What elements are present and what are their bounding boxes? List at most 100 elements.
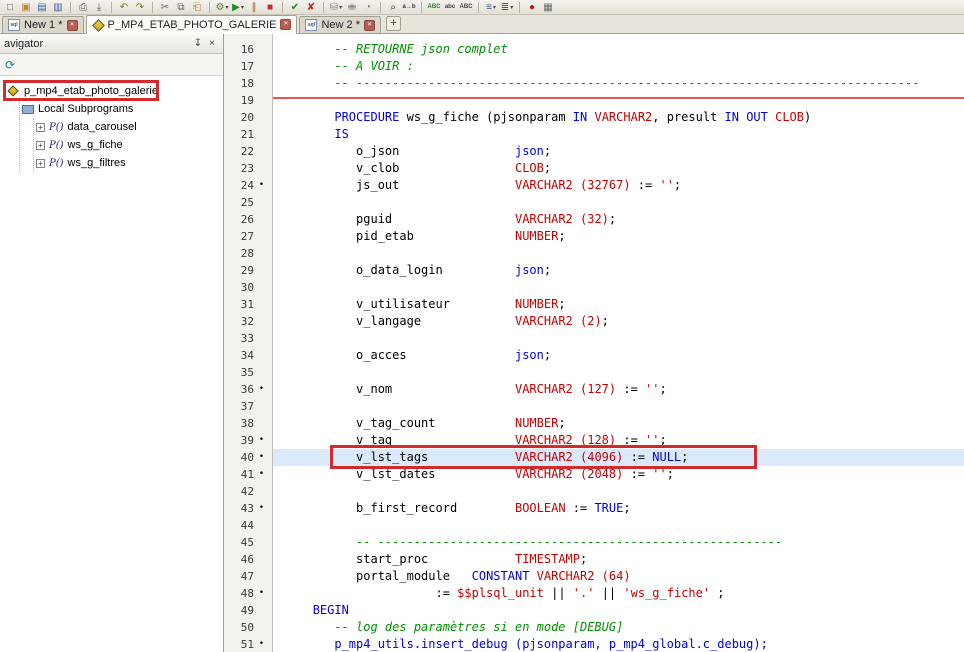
code-line-35[interactable]: 35 [224, 364, 964, 381]
undo-icon[interactable]: ↶ [117, 1, 131, 14]
stop-icon[interactable]: ■ [263, 1, 277, 14]
code-editor[interactable]: 16 -- RETOURNE json complet17 -- A VOIR … [224, 34, 964, 652]
macro-record-icon[interactable]: ● [525, 1, 539, 14]
code-line-28[interactable]: 28 [224, 245, 964, 262]
tab-close-icon[interactable]: ✕ [364, 20, 375, 31]
outdent-icon[interactable]: ≣▾ [500, 1, 514, 14]
gutter-cell: 40• [224, 449, 273, 466]
outdent-dropdown-arrow[interactable]: ▾ [510, 4, 513, 11]
execute-icon[interactable]: ▶▾ [231, 1, 245, 14]
tree-item-local-subprograms[interactable]: Local Subprograms [22, 100, 223, 118]
cut-icon[interactable]: ✂ [158, 1, 172, 14]
tree-item-data_carousel[interactable]: +P()data_carousel [36, 118, 223, 136]
gutter-cell: 28 [224, 245, 273, 262]
compile-dropdown-arrow[interactable]: ▾ [225, 4, 228, 11]
copy-icon[interactable]: ⧉ [174, 1, 188, 14]
refresh-icon[interactable]: ⟳ [5, 58, 15, 72]
code-line-48[interactable]: 48• := $$plsql_unit || '.' || 'ws_g_fich… [224, 585, 964, 602]
close-icon[interactable]: × [205, 37, 219, 51]
tab-label: New 1 * [24, 19, 63, 31]
code-line-45[interactable]: 45 -- ----------------------------------… [224, 534, 964, 551]
tree-item-ws_g_filtres[interactable]: +P()ws_g_filtres [36, 154, 223, 172]
indent-dropdown-arrow[interactable]: ▾ [493, 4, 496, 11]
code-line-17[interactable]: 17 -- A VOIR : [224, 58, 964, 75]
code-line-46[interactable]: 46 start_proc TIMESTAMP; [224, 551, 964, 568]
code-line-42[interactable]: 42 [224, 483, 964, 500]
scheduler-glyph: ◔ [365, 1, 371, 14]
pin-icon[interactable]: ↧ [191, 37, 205, 51]
code-line-33[interactable]: 33 [224, 330, 964, 347]
code-line-32[interactable]: 32 v_langage VARCHAR2 (2); [224, 313, 964, 330]
marker-empty [254, 245, 269, 262]
tab-new-1[interactable]: sqlNew 1 *✕ [2, 16, 84, 33]
tab-close-icon[interactable]: ✕ [67, 20, 78, 31]
add-tab-button[interactable]: + [386, 16, 401, 31]
code-line-27[interactable]: 27 pid_etab NUMBER; [224, 228, 964, 245]
uppercase-icon[interactable]: ABC [459, 1, 473, 14]
execute-dropdown-arrow[interactable]: ▾ [241, 4, 244, 11]
tab-label: New 2 * [321, 19, 360, 31]
expand-icon[interactable]: + [36, 159, 45, 168]
code-segment: json [515, 263, 544, 277]
code-line-34[interactable]: 34 o_acces json; [224, 347, 964, 364]
gutter-cell: 38 [224, 415, 273, 432]
code-segment: VARCHAR2 (32) [515, 212, 609, 226]
code-line-26[interactable]: 26 pguid VARCHAR2 (32); [224, 211, 964, 228]
code-line-43[interactable]: 43• b_first_record BOOLEAN := TRUE; [224, 500, 964, 517]
code-line-25[interactable]: 25 [224, 194, 964, 211]
code-line-16[interactable]: 16 -- RETOURNE json complet [224, 41, 964, 58]
code-line-49[interactable]: 49 BEGIN [224, 602, 964, 619]
code-line-30[interactable]: 30 [224, 279, 964, 296]
indent-icon[interactable]: ≡▾ [484, 1, 498, 14]
save-icon[interactable]: ▤ [35, 1, 49, 14]
expand-icon[interactable]: + [36, 141, 45, 150]
tree-item-package[interactable]: p_mp4_etab_photo_galerie [6, 82, 223, 100]
code-line-47[interactable]: 47 portal_module CONSTANT VARCHAR2 (64) [224, 568, 964, 585]
tab-p-mp4-etab-photo-galerie[interactable]: P_MP4_ETAB_PHOTO_GALERIE✕ [86, 15, 298, 34]
code-line-22[interactable]: 22 o_json json; [224, 143, 964, 160]
find-icon[interactable]: ⌕ [386, 1, 400, 14]
marker-empty [254, 602, 269, 619]
spell-check-icon[interactable]: ABC [427, 1, 441, 14]
pause-icon[interactable]: ∥ [247, 1, 261, 14]
code-line-50[interactable]: 50 -- log des paramètres si en mode [DEB… [224, 619, 964, 636]
tab-close-icon[interactable]: ✕ [280, 19, 291, 30]
code-line-24[interactable]: 24• js_out VARCHAR2 (32767) := ''; [224, 177, 964, 194]
new-document-icon[interactable]: □ [3, 1, 17, 14]
code-line-44[interactable]: 44 [224, 517, 964, 534]
compile-icon[interactable]: ⚙▾ [215, 1, 229, 14]
paste-icon[interactable]: ⎗ [190, 1, 204, 14]
window-layout-icon[interactable]: ▦ [541, 1, 555, 14]
database-objects-icon[interactable]: ⛁▾ [329, 1, 343, 14]
lowercase-icon[interactable]: abc [443, 1, 457, 14]
code-line-51[interactable]: 51• p_mp4_utils.insert_debug (pjsonparam… [224, 636, 964, 652]
tree-item-ws_g_fiche[interactable]: +P()ws_g_fiche [36, 136, 223, 154]
print-icon[interactable]: ⎙ [76, 1, 90, 14]
code-text: o_json json; [273, 143, 964, 160]
commit-icon[interactable]: ✔ [288, 1, 302, 14]
save-all-icon[interactable]: ▥ [51, 1, 65, 14]
code-line-41[interactable]: 41• v_lst_dates VARCHAR2 (2048) := ''; [224, 466, 964, 483]
code-line-40[interactable]: 40• v_lst_tags VARCHAR2 (4096) := NULL; [224, 449, 964, 466]
code-line-20[interactable]: 20 PROCEDURE ws_g_fiche (pjsonparam IN V… [224, 109, 964, 126]
code-line-21[interactable]: 21 IS [224, 126, 964, 143]
tab-new-2[interactable]: sqlNew 2 *✕ [299, 16, 381, 33]
open-file-icon[interactable]: ▣ [19, 1, 33, 14]
rollback-icon[interactable]: ✘ [304, 1, 318, 14]
redo-icon[interactable]: ↷ [133, 1, 147, 14]
database-objects-dropdown-arrow[interactable]: ▾ [339, 4, 342, 11]
scheduler-icon[interactable]: ◔ [361, 1, 375, 14]
code-line-37[interactable]: 37 [224, 398, 964, 415]
code-line-29[interactable]: 29 o_data_login json; [224, 262, 964, 279]
sessions-icon[interactable]: ⛂ [345, 1, 359, 14]
export-icon[interactable]: ⤓ [92, 1, 106, 14]
code-line-31[interactable]: 31 v_utilisateur NUMBER; [224, 296, 964, 313]
code-line-36[interactable]: 36• v_nom VARCHAR2 (127) := ''; [224, 381, 964, 398]
code-line-19[interactable]: 19 [224, 92, 964, 109]
code-line-39[interactable]: 39• v_tag VARCHAR2 (128) := ''; [224, 432, 964, 449]
expand-icon[interactable]: + [36, 123, 45, 132]
replace-icon[interactable]: a→b [402, 1, 416, 14]
code-line-38[interactable]: 38 v_tag_count NUMBER; [224, 415, 964, 432]
code-line-23[interactable]: 23 v_clob CLOB; [224, 160, 964, 177]
code-line-18[interactable]: 18 -- ----------------------------------… [224, 75, 964, 92]
